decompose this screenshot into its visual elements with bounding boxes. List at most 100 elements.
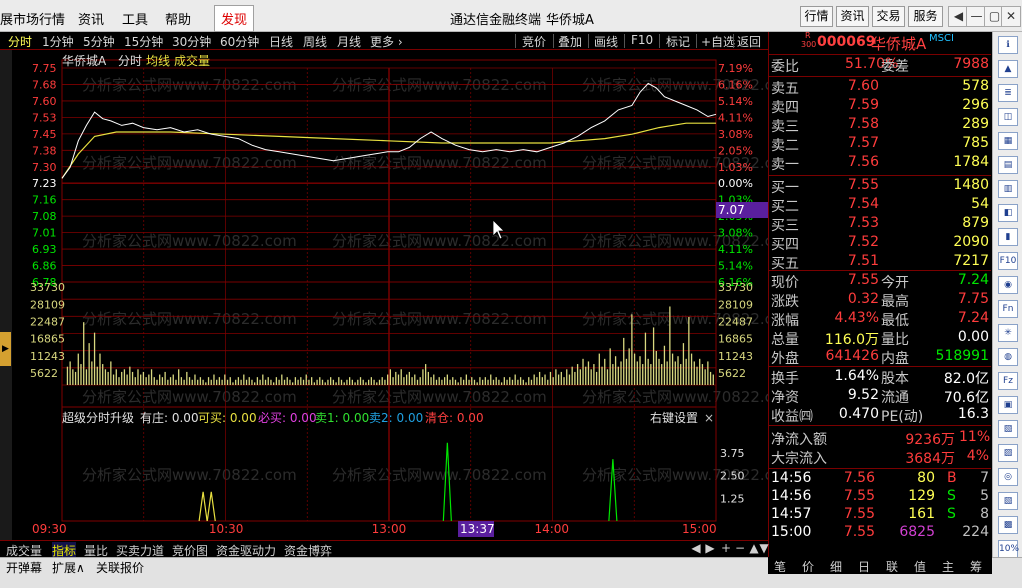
f10-button[interactable]: F10 [631, 33, 653, 47]
side-function-icon[interactable]: ▥ [998, 180, 1018, 198]
side-function-icon[interactable]: ℹ [998, 36, 1018, 54]
period-toolbar: 分时 1分钟 5分钟 15分钟 30分钟 60分钟 日线 周线 月线 更多 › … [0, 32, 768, 50]
nav-right-icon[interactable]: ▶ [704, 542, 716, 554]
header-trade-button[interactable]: 交易 [872, 6, 905, 27]
volume-tick-label-right: 22487 [718, 316, 753, 329]
side-function-icon[interactable]: ◫ [998, 108, 1018, 126]
side-function-icon[interactable]: F10 [998, 252, 1018, 270]
cursor-time-label: 13:37 [460, 522, 495, 536]
period-more[interactable]: 更多 › [370, 33, 403, 50]
side-function-icon[interactable]: ✳ [998, 324, 1018, 342]
menu-news[interactable]: 资讯 [78, 9, 104, 28]
expand-panel-handle[interactable]: ▶ [0, 332, 11, 366]
close-icon[interactable]: ✕ [1001, 6, 1021, 27]
return-button[interactable]: 返回 [737, 33, 761, 50]
side-function-icon[interactable]: ▮ [998, 228, 1018, 246]
ask-row: 卖二 7.57 785 [771, 135, 989, 154]
side-function-icon[interactable]: ▨ [998, 444, 1018, 462]
price-tick-label: 7.08 [32, 210, 57, 223]
period-5min[interactable]: 5分钟 [83, 33, 115, 50]
money-flow-row: 大宗流入 3684万 4% [771, 448, 989, 467]
side-function-icon[interactable]: ◍ [998, 348, 1018, 366]
side-function-icon[interactable]: ◎ [998, 468, 1018, 486]
percent-tick-label: 1.03% [718, 161, 753, 174]
time-axis-label: 15:00 [682, 522, 717, 536]
quote-panel: R 300 000069 华侨城A MSCI 委比 51.70% 委差 7988… [768, 31, 992, 580]
header-news-button[interactable]: 资讯 [836, 6, 869, 27]
related-quotes[interactable]: 关联报价 [96, 559, 144, 576]
scroll-down-icon[interactable]: ▼ [758, 542, 770, 554]
side-function-icon[interactable]: ▧ [998, 420, 1018, 438]
period-intraday[interactable]: 分时 [8, 33, 32, 50]
period-60min[interactable]: 60分钟 [220, 33, 259, 50]
function-icon-strip: ℹ ▲ ≣ ◫ ▦ ▤ ▥ ◧ ▮ F10 ◉ Fn ✳ ◍ Fz ▣ ▧ ▨ ◎ ▧ ▩ 10% [992, 32, 1022, 580]
quote-panel-tab[interactable]: 细 [830, 558, 842, 575]
quote-panel-tab[interactable]: 值 [914, 558, 926, 575]
indicator-you-zhu: 有庄: 0.00 [140, 410, 199, 425]
menu-help[interactable]: 帮助 [165, 9, 191, 28]
zoom-in-icon[interactable]: + [720, 542, 732, 554]
quote-panel-tab[interactable]: 联 [886, 558, 898, 575]
nav-left-icon[interactable]: ◀ [690, 542, 702, 554]
indicator-settings[interactable]: 右键设置 [650, 410, 698, 425]
volume-tick-label-right: 28109 [718, 298, 753, 311]
side-function-icon[interactable]: ▤ [998, 156, 1018, 174]
side-function-icon[interactable]: ▲ [998, 60, 1018, 78]
mark-button[interactable]: 标记 [666, 33, 690, 50]
volume-label: 成交量 [174, 53, 210, 68]
side-function-icon[interactable]: ▦ [998, 132, 1018, 150]
indicator-close-icon[interactable]: × [704, 411, 714, 425]
header-service-button[interactable]: 服务 [908, 6, 943, 27]
indicator-bi-mai: 必买: 0.00 [258, 411, 317, 425]
indicator-qing-cang: 清仓: 0.00 [425, 411, 484, 425]
price-tick-label: 7.23 [32, 177, 57, 190]
side-function-icon[interactable]: ≣ [998, 84, 1018, 102]
menu-market-expand[interactable]: 展市场行情 [0, 9, 65, 28]
period-30min[interactable]: 30分钟 [172, 33, 211, 50]
side-function-icon[interactable]: Fn [998, 300, 1018, 318]
side-function-icon[interactable]: ▩ [998, 516, 1018, 534]
percent-tick-label: 3.08% [718, 227, 753, 240]
side-function-icon[interactable]: ◧ [998, 204, 1018, 222]
period-15min[interactable]: 15分钟 [124, 33, 163, 50]
side-function-icon[interactable]: Fz [998, 372, 1018, 390]
period-daily[interactable]: 日线 [269, 33, 293, 50]
quote-panel-tab[interactable]: 笔 [774, 558, 786, 575]
period-weekly[interactable]: 周线 [303, 33, 327, 50]
expand-toggle[interactable]: 扩展∧ [52, 559, 85, 576]
quote-panel-tab[interactable]: 日 [858, 558, 870, 575]
auction-button[interactable]: 竞价 [522, 33, 546, 50]
time-axis-label: 13:00 [372, 522, 407, 536]
percent-tick-label: 4.11% [718, 243, 753, 256]
period-monthly[interactable]: 月线 [337, 33, 361, 50]
time-axis-label: 09:30 [32, 522, 67, 536]
side-function-icon[interactable]: ▧ [998, 492, 1018, 510]
period-1min[interactable]: 1分钟 [42, 33, 74, 50]
quote-panel-tab[interactable]: 筹 [970, 558, 982, 575]
avg-line-label: 均线 [146, 54, 170, 68]
side-function-icon[interactable]: ▣ [998, 396, 1018, 414]
draw-line-button[interactable]: 画线 [594, 33, 618, 50]
trade-tick-row: 15:00 7.55 6825 224 [771, 524, 989, 540]
indicator-tab-bar: 成交量 指标 量比 买卖力道 竞价图 资金驱动力 资金博弈 ◀ ▶ + − ▲ … [0, 540, 770, 559]
r-sub: 300 [801, 40, 817, 49]
intraday-chart[interactable]: 分析家公式网www.70822.com 分析家公式网www.70822.com 分析… [12, 50, 768, 540]
quote-panel-tab[interactable]: 主 [942, 558, 954, 575]
add-watchlist-button[interactable]: +自选 [701, 33, 735, 50]
quote-panel-tab[interactable]: 价 [802, 558, 814, 575]
zoom-out-icon[interactable]: − [734, 542, 746, 554]
watermark-text: 分析家公式网www.70822.com [332, 154, 547, 172]
toggle-danmaku[interactable]: 开弹幕 [6, 559, 42, 576]
menu-tools[interactable]: 工具 [122, 9, 148, 28]
menu-discover[interactable]: 发现 [214, 5, 255, 32]
header-quote-button[interactable]: 行情 [800, 6, 833, 27]
percent-axis-labels: 7.19% 6.16% 5.14% 4.11% 3.08% 2.05% 1.03% 0.00%… [718, 62, 753, 289]
indicator-tick-label: 2.50 [720, 470, 745, 483]
side-function-icon[interactable]: ◉ [998, 276, 1018, 294]
fundamental-row: 净资 9.52 流通 70.6亿 [771, 387, 989, 406]
volume-tick-label-right: 5622 [718, 367, 746, 380]
side-function-icon[interactable]: 10% [998, 540, 1019, 558]
overlay-button[interactable]: 叠加 [558, 33, 582, 50]
trade-tick-row: 14:56 7.55 129 S 5 [771, 488, 989, 504]
watermark-text: 分析家公式网www.70822.com [82, 310, 297, 328]
